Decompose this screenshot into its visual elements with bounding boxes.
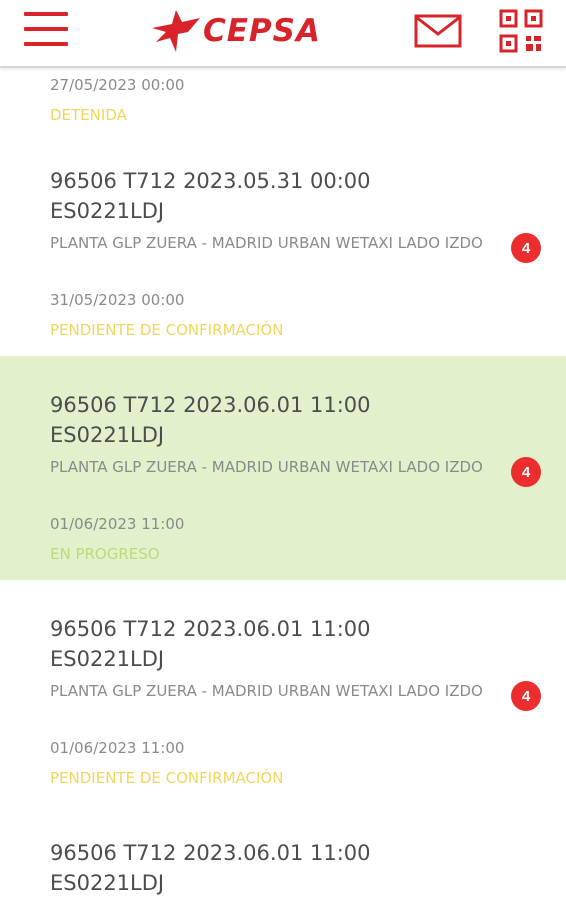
order-title: 96506 T712 2023.05.31 00:00 bbox=[50, 169, 371, 193]
order-plate: ES0221LDJ bbox=[50, 199, 165, 223]
qr-scan-button[interactable] bbox=[499, 9, 543, 53]
list-item[interactable]: 27/05/2023 00:00 DETENIDA bbox=[0, 70, 566, 132]
qr-code-icon bbox=[499, 9, 543, 53]
order-status: PENDIENTE DE CONFIRMACIÓN bbox=[50, 769, 284, 787]
cepsa-wing-icon bbox=[152, 10, 200, 52]
order-plate: ES0221LDJ bbox=[50, 871, 165, 895]
order-route: PLANTA GLP ZUERA - MADRID URBAN WETAXI L… bbox=[50, 234, 483, 252]
orders-list: 27/05/2023 00:00 DETENIDA 96506 T712 202… bbox=[0, 70, 566, 900]
order-plate: ES0221LDJ bbox=[50, 423, 165, 447]
order-route: PLANTA GLP ZUERA - MADRID URBAN WETAXI L… bbox=[50, 458, 483, 476]
order-status: EN PROGRESO bbox=[50, 545, 160, 563]
order-date: 31/05/2023 00:00 bbox=[50, 291, 185, 309]
mail-button[interactable] bbox=[414, 14, 462, 48]
order-route: PLANTA GLP ZUERA - MADRID URBAN WETAXI L… bbox=[50, 682, 483, 700]
list-item[interactable]: 96506 T712 2023.05.31 00:00 ES0221LDJ PL… bbox=[0, 132, 566, 356]
order-status: DETENIDA bbox=[50, 106, 127, 124]
notification-badge: 4 bbox=[511, 233, 541, 263]
brand-wordmark: CEPSA bbox=[203, 13, 321, 49]
notification-badge: 4 bbox=[511, 457, 541, 487]
order-date: 01/06/2023 11:00 bbox=[50, 515, 185, 533]
app-header: CEPSA bbox=[0, 0, 566, 68]
list-item[interactable]: 96506 T712 2023.06.01 11:00 ES0221LDJ PL… bbox=[0, 356, 566, 580]
hamburger-icon[interactable] bbox=[24, 12, 68, 48]
order-date: 01/06/2023 11:00 bbox=[50, 739, 185, 757]
order-title: 96506 T712 2023.06.01 11:00 bbox=[50, 393, 371, 417]
envelope-icon bbox=[414, 14, 462, 48]
list-item[interactable]: 96506 T712 2023.06.01 11:00 ES0221LDJ PL… bbox=[0, 580, 566, 804]
notification-badge: 4 bbox=[511, 681, 541, 711]
list-item[interactable]: 96506 T712 2023.06.01 11:00 ES0221LDJ bbox=[0, 804, 566, 900]
order-status: PENDIENTE DE CONFIRMACIÓN bbox=[50, 321, 284, 339]
order-plate: ES0221LDJ bbox=[50, 647, 165, 671]
order-title: 96506 T712 2023.06.01 11:00 bbox=[50, 617, 371, 641]
order-title: 96506 T712 2023.06.01 11:00 bbox=[50, 841, 371, 865]
cepsa-logo: CEPSA bbox=[148, 8, 338, 56]
order-date: 27/05/2023 00:00 bbox=[50, 76, 185, 94]
